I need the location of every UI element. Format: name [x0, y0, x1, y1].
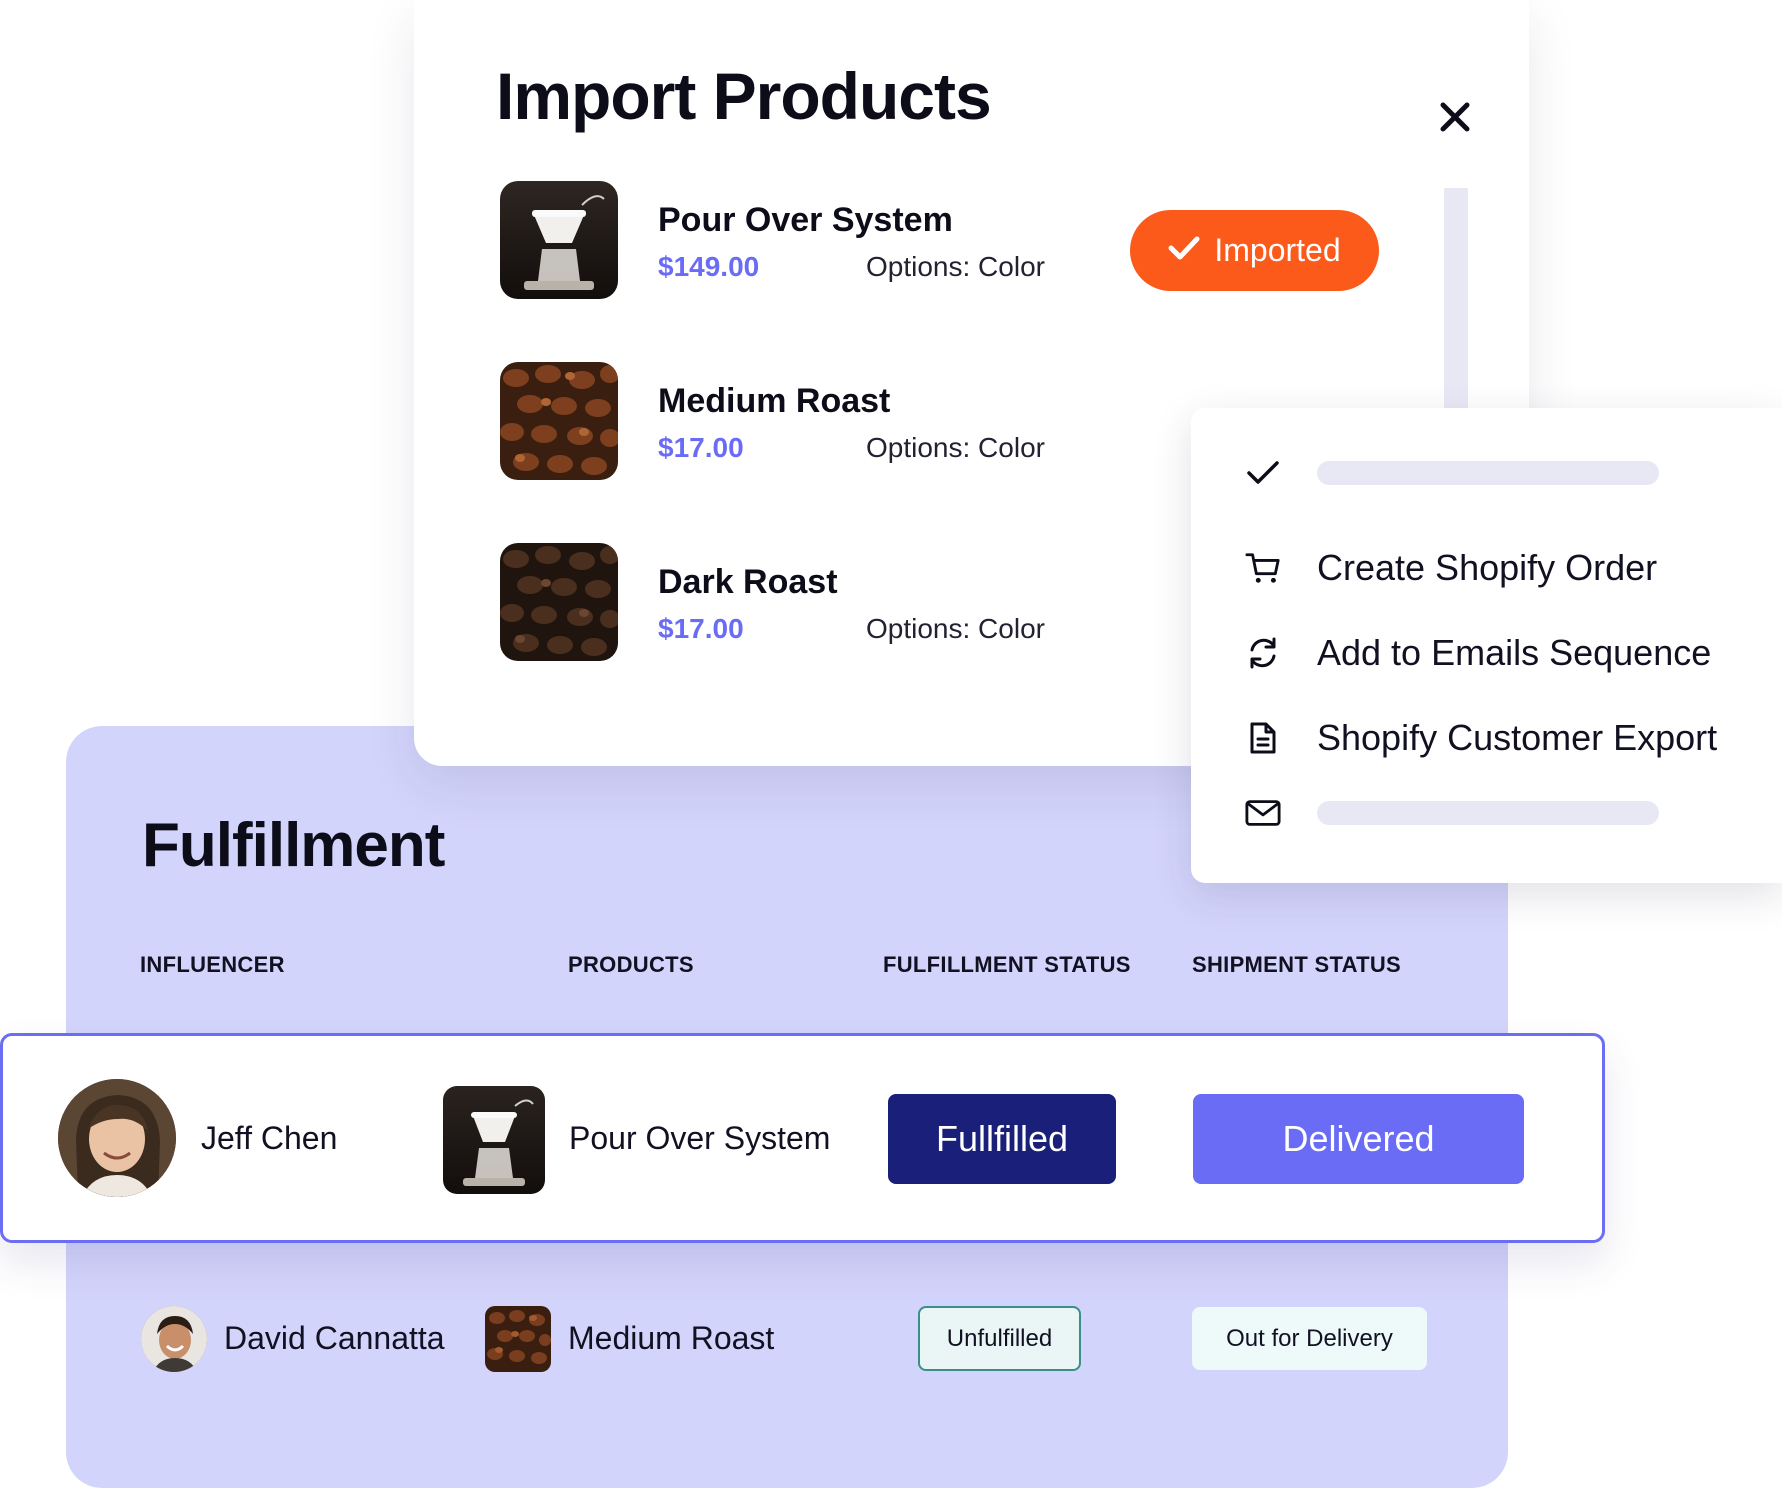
avatar [58, 1079, 176, 1197]
product-name: Pour Over System [658, 201, 953, 239]
product-name: Medium Roast [658, 382, 891, 420]
fulfillment-title: Fulfillment [142, 811, 445, 880]
actions-menu: Create Shopify Order Add to Emails Seque… [1191, 408, 1782, 883]
product-options: Options: Color [866, 251, 1045, 282]
product-thumbnail [500, 362, 618, 480]
avatar [141, 1306, 207, 1372]
placeholder-bar [1317, 801, 1659, 825]
product-thumbnail [485, 1306, 551, 1372]
product-name: Medium Roast [568, 1320, 775, 1356]
menu-item-label: Add to Emails Sequence [1317, 632, 1712, 673]
dialog-title: Import Products [496, 59, 992, 133]
document-icon [1245, 720, 1281, 756]
product-name: Pour Over System [569, 1120, 831, 1156]
menu-item-placeholder[interactable] [1191, 783, 1782, 843]
product-price: $17.00 [658, 432, 744, 463]
fulfillment-status-badge[interactable]: Unfulfilled [918, 1306, 1081, 1371]
check-icon [1168, 232, 1200, 269]
placeholder-bar [1317, 461, 1659, 485]
column-header-influencer[interactable]: INFLUENCER [140, 952, 285, 978]
column-header-fulfillment-status[interactable]: FULFILLMENT STATUS [883, 952, 1131, 978]
cart-icon [1245, 550, 1281, 586]
menu-item-label: Shopify Customer Export [1317, 717, 1718, 758]
menu-item-label: Create Shopify Order [1317, 547, 1658, 588]
product-price: $149.00 [658, 251, 760, 282]
table-row[interactable]: Jeff Chen Pour Over System Fullfilled De… [0, 1033, 1605, 1243]
menu-item-shopify-customer-export[interactable]: Shopify Customer Export [1191, 708, 1782, 768]
product-thumbnail [500, 181, 618, 299]
product-thumbnail [443, 1086, 545, 1194]
product-options: Options: Color [866, 613, 1045, 644]
product-name: Dark Roast [658, 563, 838, 601]
menu-item-placeholder[interactable] [1191, 443, 1782, 503]
imported-button[interactable]: Imported [1130, 210, 1379, 291]
shipment-status-badge[interactable]: Out for Delivery [1192, 1307, 1427, 1370]
product-thumbnail [500, 543, 618, 661]
fulfillment-status-button[interactable]: Fullfilled [888, 1094, 1116, 1184]
table-row[interactable]: David Cannatta Medium Roast Unfulfilled … [0, 1300, 1600, 1380]
check-icon [1245, 455, 1281, 491]
product-options: Options: Color [866, 432, 1045, 463]
mail-icon [1245, 795, 1281, 831]
influencer-name: David Cannatta [224, 1320, 445, 1356]
menu-item-add-to-emails-sequence[interactable]: Add to Emails Sequence [1191, 623, 1782, 683]
menu-item-create-shopify-order[interactable]: Create Shopify Order [1191, 538, 1782, 598]
refresh-icon [1245, 635, 1281, 671]
column-header-shipment-status[interactable]: SHIPMENT STATUS [1192, 952, 1401, 978]
column-header-products[interactable]: PRODUCTS [568, 952, 694, 978]
shipment-status-button[interactable]: Delivered [1193, 1094, 1524, 1184]
influencer-name: Jeff Chen [201, 1120, 338, 1156]
imported-label: Imported [1214, 232, 1341, 268]
close-icon[interactable] [1438, 100, 1472, 134]
product-price: $17.00 [658, 613, 744, 644]
